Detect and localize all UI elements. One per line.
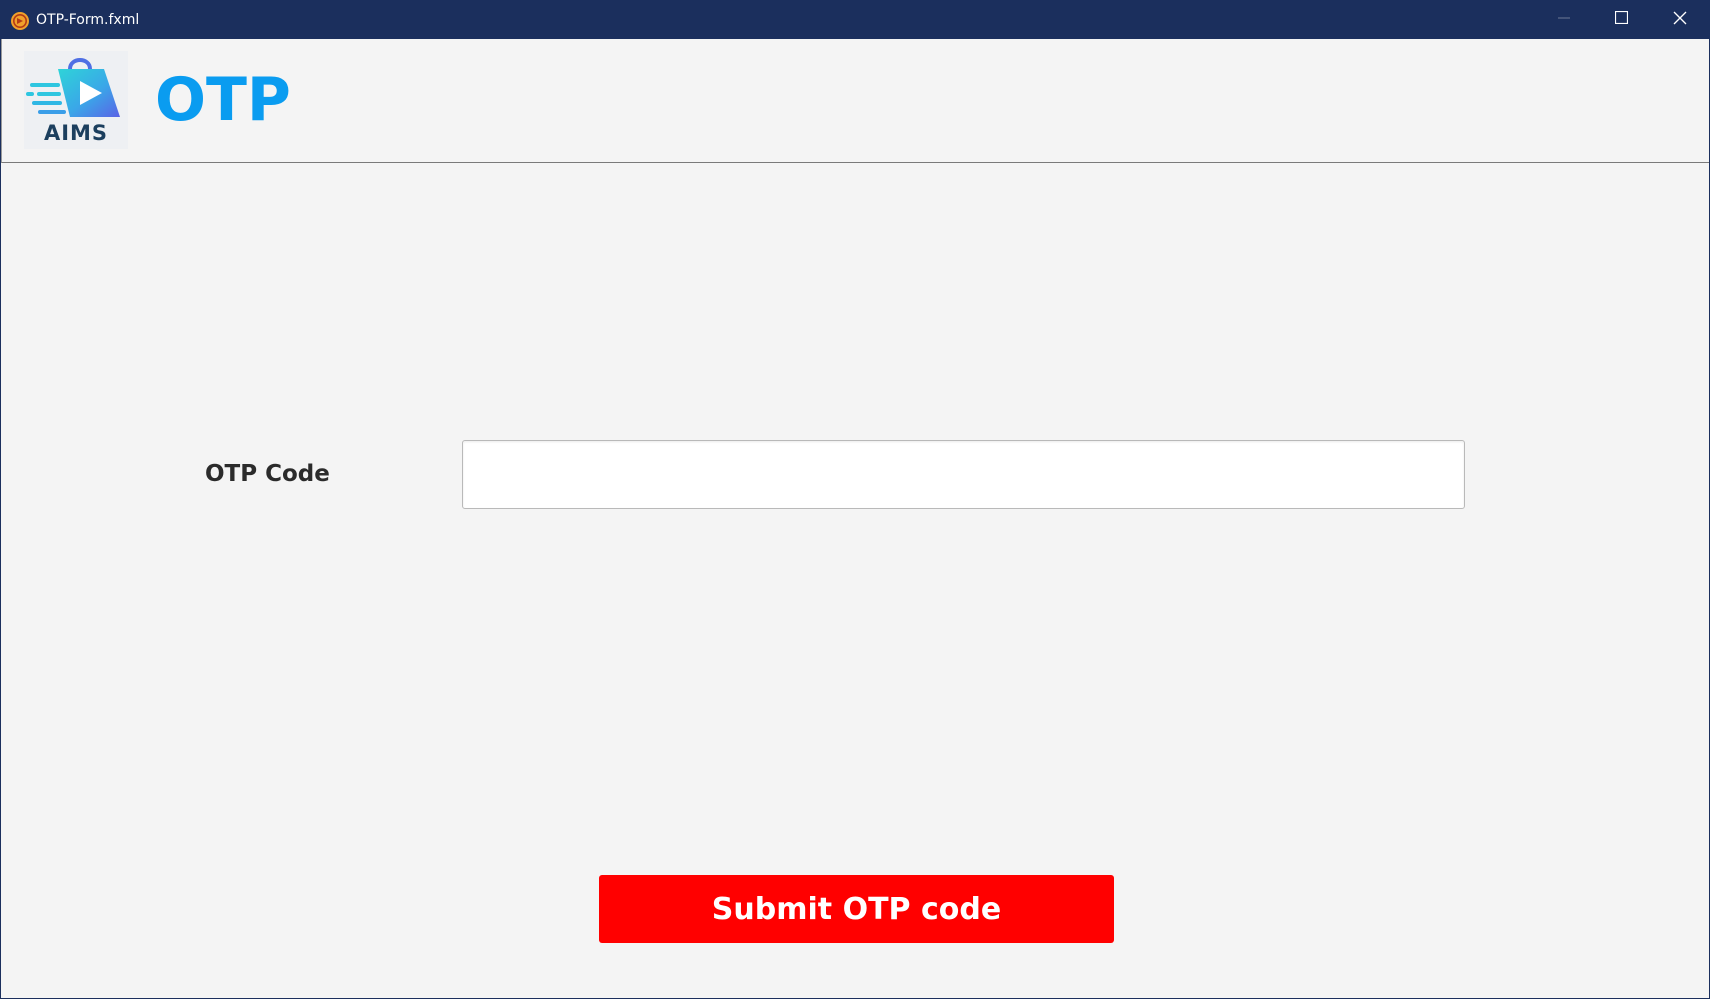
minimize-button[interactable]	[1535, 1, 1593, 39]
app-window: OTP-Form.fxml AIMS OTP OTP Code Submit O…	[0, 0, 1710, 999]
java-coffee-icon	[10, 11, 30, 31]
otp-code-input[interactable]	[462, 440, 1465, 509]
otp-code-label: OTP Code	[205, 461, 330, 487]
maximize-button[interactable]	[1592, 1, 1650, 39]
close-icon	[1673, 11, 1687, 30]
submit-otp-button[interactable]: Submit OTP code	[599, 875, 1114, 943]
aims-logo: AIMS	[24, 51, 128, 149]
minimize-icon	[1558, 11, 1570, 29]
shopping-bag-play-icon	[26, 58, 120, 117]
page-title: OTP	[155, 65, 291, 135]
maximize-icon	[1614, 10, 1628, 29]
window-title: OTP-Form.fxml	[36, 12, 140, 28]
header-bar: AIMS OTP	[1, 39, 1709, 163]
logo-text: AIMS	[43, 121, 109, 145]
close-button[interactable]	[1651, 1, 1709, 39]
title-bar[interactable]: OTP-Form.fxml	[1, 1, 1709, 39]
